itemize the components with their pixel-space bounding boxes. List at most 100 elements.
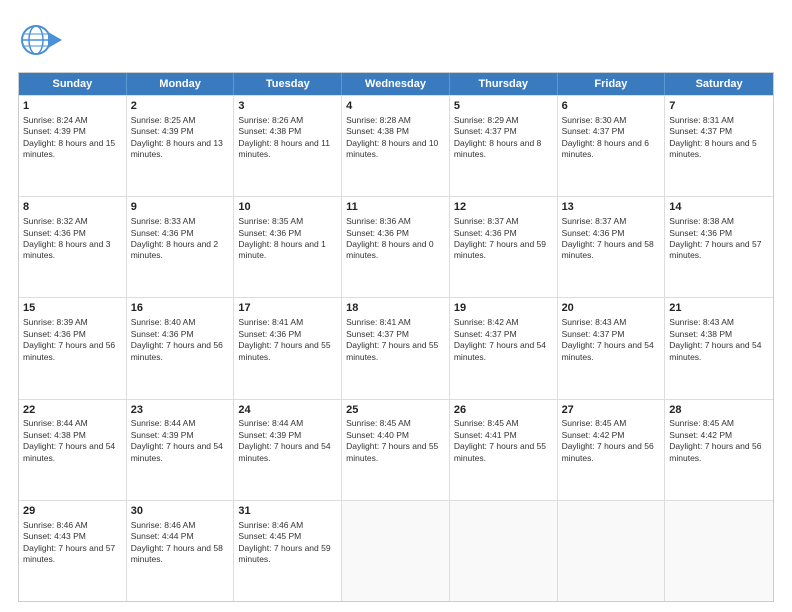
- day-number: 5: [454, 99, 553, 114]
- day-number: 26: [454, 403, 553, 418]
- table-row: 25Sunrise: 8:45 AMSunset: 4:40 PMDayligh…: [342, 400, 450, 500]
- table-row: 2Sunrise: 8:25 AMSunset: 4:39 PM Daylight…: [127, 96, 235, 196]
- day-number: 25: [346, 403, 445, 418]
- sunrise: Sunrise: 8:38 AM: [669, 216, 734, 226]
- daylight: Daylight: 7 hours and 58 minutes.: [131, 543, 223, 564]
- day-number: 2: [131, 99, 230, 114]
- sunset: Sunset: 4:38 PM: [23, 430, 86, 440]
- day-number: 28: [669, 403, 769, 418]
- header-sunday: Sunday: [19, 73, 127, 95]
- sunrise: Sunrise: 8:32 AM: [23, 216, 88, 226]
- sunrise: Sunrise: 8:45 AM: [562, 418, 627, 428]
- day-number: 16: [131, 301, 230, 316]
- sunrise: Sunrise: 8:30 AM: [562, 115, 627, 125]
- table-row: 1Sunrise: 8:24 AMSunset: 4:39 PMDaylight…: [19, 96, 127, 196]
- sunset: Sunset: 4:38 PM: [669, 329, 732, 339]
- sunset: Sunset: 4:36 PM: [131, 228, 194, 238]
- daylight: Daylight: 7 hours and 56 minutes.: [23, 340, 115, 361]
- sunrise: Sunrise: 8:43 AM: [562, 317, 627, 327]
- day-number: 8: [23, 200, 122, 215]
- table-row: 20Sunrise: 8:43 AMSunset: 4:37 PMDayligh…: [558, 298, 666, 398]
- sunrise: Sunrise: 8:28 AM: [346, 115, 411, 125]
- sunset: Sunset: 4:39 PM: [238, 430, 301, 440]
- sunrise: Sunrise: 8:42 AM: [454, 317, 519, 327]
- sunset: Sunset: 4:38 PM: [346, 126, 409, 136]
- table-row: 17Sunrise: 8:41 AMSunset: 4:36 PMDayligh…: [234, 298, 342, 398]
- sunset: Sunset: 4:37 PM: [562, 329, 625, 339]
- day-number: 3: [238, 99, 337, 114]
- sunrise: Sunrise: 8:25 AM: [131, 115, 196, 125]
- table-row: 6Sunrise: 8:30 AMSunset: 4:37 PMDaylight…: [558, 96, 666, 196]
- sunset: Sunset: 4:40 PM: [346, 430, 409, 440]
- header: [18, 18, 774, 62]
- day-number: 6: [562, 99, 661, 114]
- sunrise: Sunrise: 8:37 AM: [454, 216, 519, 226]
- sunrise: Sunrise: 8:41 AM: [346, 317, 411, 327]
- day-number: 13: [562, 200, 661, 215]
- daylight: Daylight: 8 hours and 8 minutes.: [454, 138, 541, 159]
- sunrise: Sunrise: 8:45 AM: [669, 418, 734, 428]
- day-number: 22: [23, 403, 122, 418]
- day-number: 27: [562, 403, 661, 418]
- calendar-body: 1Sunrise: 8:24 AMSunset: 4:39 PMDaylight…: [19, 95, 773, 601]
- table-row: 14Sunrise: 8:38 AMSunset: 4:36 PMDayligh…: [665, 197, 773, 297]
- table-row: 27Sunrise: 8:45 AM Sunset: 4:42 PMDayligh…: [558, 400, 666, 500]
- logo-icon: [18, 18, 62, 62]
- table-row: 31Sunrise: 8:46 AMSunset: 4:45 PMDayligh…: [234, 501, 342, 601]
- table-row: [558, 501, 666, 601]
- sunrise: Sunrise: 8:35 AM: [238, 216, 303, 226]
- sunset: Sunset: 4:36 PM: [669, 228, 732, 238]
- sunset: Sunset: 4:44 PM: [131, 531, 194, 541]
- day-number: 15: [23, 301, 122, 316]
- day-number: 10: [238, 200, 337, 215]
- sunrise: Sunrise: 8:43 AM: [669, 317, 734, 327]
- sunrise: Sunrise: 8:36 AM: [346, 216, 411, 226]
- table-row: 3Sunrise: 8:26 AMSunset: 4:38 PMDaylight…: [234, 96, 342, 196]
- sunset: Sunset: 4:37 PM: [346, 329, 409, 339]
- daylight: Daylight: 7 hours and 55 minutes.: [346, 441, 438, 462]
- table-row: 21Sunrise: 8:43 AMSunset: 4:38 PMDayligh…: [665, 298, 773, 398]
- daylight: Daylight: 7 hours and 58 minutes.: [562, 239, 654, 260]
- sunrise: Sunrise: 8:37 AM: [562, 216, 627, 226]
- daylight: Daylight: 8 hours and 13 minutes.: [131, 138, 223, 159]
- table-row: 4Sunrise: 8:28 AMSunset: 4:38 PMDaylight…: [342, 96, 450, 196]
- sunrise: Sunrise: 8:31 AM: [669, 115, 734, 125]
- sunrise: Sunrise: 8:46 AM: [23, 520, 88, 530]
- sunset: Sunset: 4:45 PM: [238, 531, 301, 541]
- sunset: Sunset: 4:37 PM: [669, 126, 732, 136]
- daylight: Daylight: 7 hours and 59 minutes.: [454, 239, 546, 260]
- table-row: 22Sunrise: 8:44 AM Sunset: 4:38 PMDayligh…: [19, 400, 127, 500]
- day-number: 24: [238, 403, 337, 418]
- day-number: 23: [131, 403, 230, 418]
- daylight: Daylight: 7 hours and 56 minutes.: [562, 441, 654, 462]
- sunset: Sunset: 4:43 PM: [23, 531, 86, 541]
- sunset: Sunset: 4:39 PM: [131, 126, 194, 136]
- sunset: Sunset: 4:36 PM: [238, 329, 301, 339]
- sunrise: Sunrise: 8:46 AM: [131, 520, 196, 530]
- sunrise: Sunrise: 8:44 AM: [23, 418, 88, 428]
- table-row: 15Sunrise: 8:39 AMSunset: 4:36 PMDayligh…: [19, 298, 127, 398]
- table-row: 16Sunrise: 8:40 AMSunset: 4:36 PMDayligh…: [127, 298, 235, 398]
- table-row: 23Sunrise: 8:44 AMSunset: 4:39 PMDayligh…: [127, 400, 235, 500]
- sunset: Sunset: 4:41 PM: [454, 430, 517, 440]
- daylight: Daylight: 8 hours and 3 minutes.: [23, 239, 110, 260]
- table-row: 5Sunrise: 8:29 AMSunset: 4:37 PMDaylight…: [450, 96, 558, 196]
- week-row-2: 8Sunrise: 8:32 AMSunset: 4:36 PMDaylight…: [19, 196, 773, 297]
- daylight: Daylight: 7 hours and 56 minutes.: [131, 340, 223, 361]
- sunset: Sunset: 4:36 PM: [238, 228, 301, 238]
- day-number: 18: [346, 301, 445, 316]
- sunset: Sunset: 4:36 PM: [131, 329, 194, 339]
- header-monday: Monday: [127, 73, 235, 95]
- sunset: Sunset: 4:42 PM: [562, 430, 625, 440]
- table-row: 29Sunrise: 8:46 AMSunset: 4:43 PMDayligh…: [19, 501, 127, 601]
- sunset: Sunset: 4:36 PM: [562, 228, 625, 238]
- day-number: 31: [238, 504, 337, 519]
- daylight: Daylight: 8 hours and 6 minutes.: [562, 138, 649, 159]
- daylight: Daylight: 7 hours and 54 minutes.: [23, 441, 115, 462]
- table-row: 13Sunrise: 8:37 AM Sunset: 4:36 PMDayligh…: [558, 197, 666, 297]
- table-row: 30Sunrise: 8:46 AMSunset: 4:44 PMDayligh…: [127, 501, 235, 601]
- page: Sunday Monday Tuesday Wednesday Thursday…: [0, 0, 792, 612]
- day-number: 14: [669, 200, 769, 215]
- week-row-3: 15Sunrise: 8:39 AMSunset: 4:36 PMDayligh…: [19, 297, 773, 398]
- calendar-header: Sunday Monday Tuesday Wednesday Thursday…: [19, 73, 773, 95]
